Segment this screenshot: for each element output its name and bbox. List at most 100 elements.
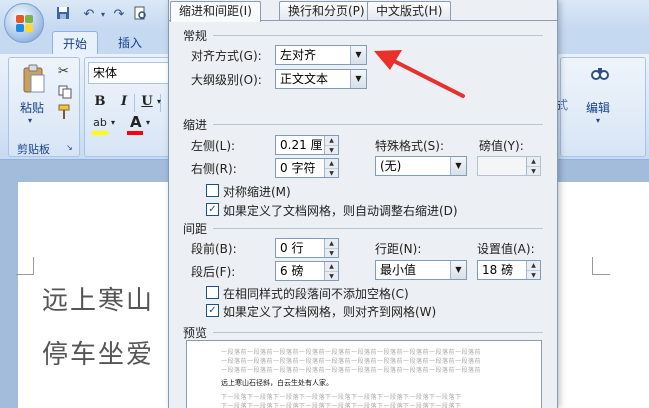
- alignment-value: 左对齐: [280, 48, 317, 62]
- spacing-after-value: 6 磅: [280, 264, 304, 278]
- save-icon[interactable]: [54, 6, 72, 24]
- highlight-dropdown-icon[interactable]: ▾: [111, 118, 115, 127]
- section-spacing-title: 间距: [183, 222, 208, 236]
- preview-previous-paragraph: 一段落前一段落前一段落前一段落前一段落前一段落前一段落前一段落前一段落前一段落前: [221, 349, 482, 356]
- spacing-after-label: 段后(F):: [191, 265, 236, 279]
- snap-to-grid-checkbox[interactable]: ✓: [206, 304, 219, 317]
- ribbon-tab-home[interactable]: 开始: [52, 31, 99, 55]
- print-preview-icon[interactable]: [131, 6, 149, 24]
- font-color-icon[interactable]: A: [130, 113, 142, 131]
- paste-icon[interactable]: [22, 64, 46, 94]
- spacing-at-spinner[interactable]: 18 磅 ▲ ▼: [477, 260, 541, 280]
- bold-button[interactable]: B: [90, 92, 110, 112]
- editing-dropdown-icon[interactable]: ▾: [596, 116, 600, 125]
- highlight-icon[interactable]: ab: [90, 113, 110, 133]
- spin-down-icon[interactable]: ▼: [325, 248, 338, 257]
- office-button[interactable]: [4, 3, 44, 43]
- font-name-input[interactable]: 宋体: [88, 62, 172, 84]
- chevron-down-icon[interactable]: ▼: [450, 261, 466, 279]
- left-indent-value: 0.21 厘: [280, 138, 323, 152]
- no-space-same-style-label[interactable]: 在相同样式的段落间不添加空格(C): [223, 285, 409, 302]
- line-spacing-select[interactable]: 最小值 ▼: [375, 260, 467, 280]
- left-indent-label: 左侧(L):: [191, 139, 236, 153]
- document-text-line[interactable]: 远上寒山: [42, 280, 154, 317]
- section-divider: [213, 124, 543, 125]
- paste-dropdown-icon[interactable]: ▾: [28, 116, 32, 125]
- ribbon-tab-insert[interactable]: 插入: [108, 31, 152, 55]
- section-indent-title: 缩进: [183, 118, 208, 132]
- chevron-down-icon[interactable]: ▼: [450, 157, 466, 175]
- spin-down-icon[interactable]: ▼: [527, 166, 540, 175]
- spin-up-icon[interactable]: ▲: [325, 239, 338, 248]
- preview-sample-paragraph: 远上寒山石径斜，白云生处有人家。: [221, 379, 333, 387]
- margin-corner-mark: [16, 257, 34, 275]
- chevron-down-icon[interactable]: ▼: [350, 70, 366, 88]
- font-color-dropdown-icon[interactable]: ▾: [146, 118, 150, 127]
- indent-by-label: 磅值(Y):: [479, 139, 524, 153]
- auto-adjust-indent-checkbox[interactable]: ✓: [206, 203, 219, 216]
- right-indent-value: 0 字符: [280, 161, 316, 175]
- spinner-buttons[interactable]: ▲ ▼: [526, 261, 540, 279]
- spin-up-icon[interactable]: ▲: [527, 157, 540, 166]
- editing-button[interactable]: 编辑: [586, 99, 610, 116]
- cut-icon[interactable]: ✂: [58, 64, 69, 79]
- spin-up-icon[interactable]: ▲: [325, 136, 338, 145]
- font-color-swatch: [127, 131, 143, 135]
- special-indent-label: 特殊格式(S):: [375, 139, 445, 153]
- auto-adjust-indent-label[interactable]: 如果定义了文档网格，则自动调整右缩进(D): [223, 202, 458, 219]
- mirror-indents-label[interactable]: 对称缩进(M): [223, 183, 291, 200]
- spacing-before-label: 段前(B):: [191, 242, 237, 256]
- spacing-at-value: 18 磅: [482, 263, 514, 277]
- tab-indents-spacing[interactable]: 缩进和间距(I): [170, 1, 261, 22]
- spacing-after-spinner[interactable]: 6 磅 ▲ ▼: [275, 261, 339, 281]
- margin-corner-mark: [592, 257, 610, 275]
- spin-down-icon[interactable]: ▼: [325, 168, 338, 177]
- spin-up-icon[interactable]: ▲: [325, 159, 338, 168]
- spin-down-icon[interactable]: ▼: [527, 270, 540, 279]
- snap-to-grid-label[interactable]: 如果定义了文档网格，则对齐到网格(W): [223, 303, 436, 320]
- special-indent-select[interactable]: (无) ▼: [375, 156, 467, 176]
- alignment-label: 对齐方式(G):: [191, 49, 262, 63]
- paste-button[interactable]: 粘贴: [20, 99, 44, 116]
- no-space-same-style-checkbox[interactable]: [206, 286, 219, 299]
- document-text-line[interactable]: 停车坐爱: [42, 334, 154, 371]
- find-icon[interactable]: [590, 64, 610, 84]
- section-general-title: 常规: [183, 29, 208, 43]
- spacing-at-label: 设置值(A):: [477, 242, 535, 256]
- preview-previous-paragraph: 一段落前一段落前一段落前一段落前一段落前一段落前一段落前一段落前一段落前一段落前: [221, 367, 482, 374]
- underline-dropdown-icon[interactable]: ▾: [157, 97, 161, 106]
- section-preview-title: 预览: [183, 326, 208, 340]
- spin-down-icon[interactable]: ▼: [325, 271, 338, 280]
- format-painter-icon[interactable]: [57, 104, 73, 120]
- chevron-down-icon[interactable]: ▼: [350, 46, 366, 64]
- spinner-buttons[interactable]: ▲ ▼: [324, 136, 338, 154]
- spinner-buttons[interactable]: ▲ ▼: [526, 157, 540, 175]
- special-indent-value: (无): [380, 159, 402, 173]
- indent-by-spinner[interactable]: ▲ ▼: [477, 156, 541, 176]
- spin-up-icon[interactable]: ▲: [527, 261, 540, 270]
- spacing-before-spinner[interactable]: 0 行 ▲ ▼: [275, 238, 339, 258]
- outline-level-select[interactable]: 正文文本 ▼: [275, 69, 367, 89]
- spinner-buttons[interactable]: ▲ ▼: [324, 159, 338, 177]
- left-indent-spinner[interactable]: 0.21 厘 ▲ ▼: [275, 135, 339, 155]
- spinner-buttons[interactable]: ▲ ▼: [324, 262, 338, 280]
- underline-button[interactable]: U: [137, 92, 157, 112]
- clipboard-group-label: 剪贴板: [17, 143, 50, 156]
- tab-asian-typography[interactable]: 中文版式(H): [367, 1, 452, 20]
- right-indent-spinner[interactable]: 0 字符 ▲ ▼: [275, 158, 339, 178]
- separator: [134, 94, 135, 112]
- spin-up-icon[interactable]: ▲: [325, 262, 338, 271]
- outline-level-label: 大纲级别(O):: [191, 73, 262, 87]
- paragraph-dialog: 缩进和间距(I) 换行和分页(P) 中文版式(H) 常规 对齐方式(G): 左对…: [168, 0, 558, 408]
- tab-line-page-breaks[interactable]: 换行和分页(P): [279, 1, 374, 20]
- right-indent-label: 右侧(R):: [191, 162, 237, 176]
- copy-icon[interactable]: [58, 85, 72, 99]
- spinner-buttons[interactable]: ▲ ▼: [324, 239, 338, 257]
- clipboard-launcher-icon[interactable]: ↘: [66, 143, 73, 152]
- italic-button[interactable]: I: [114, 92, 134, 112]
- mirror-indents-checkbox[interactable]: [206, 184, 219, 197]
- alignment-select[interactable]: 左对齐 ▼: [275, 45, 367, 65]
- highlight-color-swatch: [92, 131, 108, 135]
- redo-icon[interactable]: ↷: [110, 6, 128, 24]
- spin-down-icon[interactable]: ▼: [325, 145, 338, 154]
